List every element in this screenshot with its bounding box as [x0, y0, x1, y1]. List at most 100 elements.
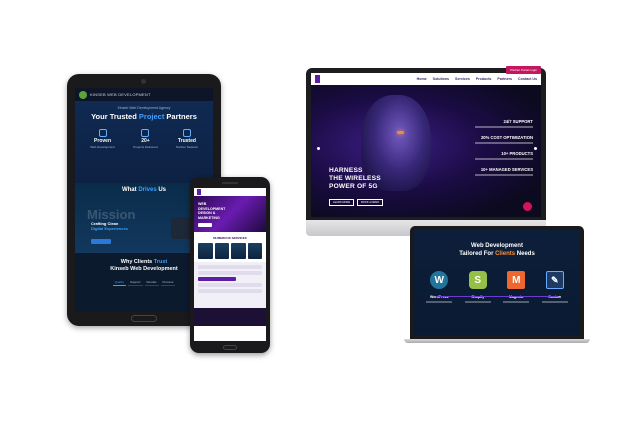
- heading-highlight: Drives: [138, 187, 157, 193]
- platform-card[interactable]: S Shopify: [461, 271, 495, 303]
- phone-speaker: [222, 182, 238, 184]
- hero-kicker: Kinseb Web Development Agency: [117, 106, 171, 110]
- stat-label: Projects Delivered: [133, 145, 158, 149]
- monitor-screen: Home Solutions Services Products Partner…: [311, 73, 541, 217]
- robot-eye: [397, 131, 404, 134]
- menu-item-home[interactable]: Home: [417, 77, 427, 81]
- hero-buttons: LEARN MORE BOOK A DEMO: [329, 199, 384, 206]
- stat-label: Web Development: [90, 145, 115, 149]
- monitor-hero: HARNESS THE WIRELESS POWER OF 5G LEARN M…: [311, 85, 541, 217]
- menu-item-solutions[interactable]: Solutions: [433, 77, 449, 81]
- tab-results[interactable]: Results: [144, 279, 159, 286]
- heading-part: Kinseb Web Development: [110, 266, 178, 272]
- platform-desc: [541, 301, 568, 303]
- tab-support[interactable]: Support: [127, 279, 143, 286]
- feature-item: 10+ PRODUCTS: [455, 151, 533, 160]
- feature-desc: [475, 142, 533, 144]
- feature-list: 24/7 SUPPORT 20% COST OPTIMIZATION 10+ P…: [455, 119, 533, 183]
- book-demo-button[interactable]: BOOK A DEMO: [357, 199, 384, 206]
- phone-device: WEB DEVELOPMENT DESIGN & MARKETING NUMER…: [190, 177, 270, 353]
- brand-mark-icon[interactable]: [197, 189, 201, 195]
- service-tile[interactable]: [198, 243, 213, 259]
- content-row: [198, 289, 262, 293]
- feature-title: 10+ MANAGED SERVICES: [480, 167, 533, 172]
- laptop-heading: Web Development Tailored For Clients Nee…: [414, 243, 580, 258]
- headline-line: POWER OF 5G: [329, 183, 378, 190]
- stat-item: Proven Web Development: [90, 129, 115, 149]
- heading-part: Us: [156, 187, 167, 193]
- mission-watermark: Mission: [87, 207, 136, 222]
- phone-navbar: [194, 188, 266, 196]
- service-tile[interactable]: [214, 243, 229, 259]
- tab-quality[interactable]: Quality: [112, 279, 126, 286]
- phone-service-tiles: [194, 240, 266, 262]
- carousel-next-icon[interactable]: [534, 147, 537, 150]
- stat-item: Trusted Partner Network: [176, 129, 198, 149]
- phone-hero: WEB DEVELOPMENT DESIGN & MARKETING: [194, 196, 266, 232]
- menu-item-products[interactable]: Products: [476, 77, 492, 81]
- brand-mark-icon: [315, 75, 320, 83]
- feature-desc: [475, 174, 533, 176]
- content-row: [198, 265, 262, 269]
- tablet-brand-name: KINSEB WEB DEVELOPMENT: [90, 92, 151, 97]
- mission-text-highlight: Digital Experiences: [91, 226, 128, 231]
- mission-button[interactable]: [91, 239, 111, 244]
- feature-desc: [475, 158, 533, 160]
- hero-title: Your Trusted Project Partners: [75, 112, 213, 121]
- heading-highlight: Clients: [495, 250, 516, 257]
- stat-value: 20+: [141, 138, 150, 144]
- hero-title-part: Your Trusted: [91, 112, 139, 121]
- partner-login-button[interactable]: Partner Portal Login: [506, 66, 541, 74]
- badge-icon: [98, 129, 107, 137]
- mission-text: Crafting Clean Digital Experiences: [91, 221, 131, 231]
- heading-part: Tailored For: [459, 250, 496, 257]
- tablet-home-button: [131, 315, 157, 322]
- heading-part: Needs: [515, 250, 535, 257]
- carousel-prev-icon[interactable]: [317, 147, 320, 150]
- laptop-device: Web Development Tailored For Clients Nee…: [410, 226, 584, 339]
- heading-part: Why Clients: [120, 259, 154, 265]
- magento-icon: M: [507, 271, 526, 289]
- tablet-hero: Kinseb Web Development Agency Your Trust…: [75, 101, 213, 183]
- custom-code-icon: ✎: [545, 271, 564, 289]
- tab-process[interactable]: Process: [160, 279, 176, 286]
- handshake-icon: [182, 129, 191, 137]
- service-tile[interactable]: [247, 243, 262, 259]
- platform-card[interactable]: M Magento: [499, 271, 533, 303]
- feature-desc: [475, 126, 533, 128]
- phone-screen: WEB DEVELOPMENT DESIGN & MARKETING NUMER…: [194, 188, 266, 341]
- monitor-navbar: Home Solutions Services Products Partner…: [311, 73, 541, 85]
- phone-content-block: [194, 262, 266, 308]
- platform-card[interactable]: ✎ Custom: [538, 271, 572, 303]
- content-row: [198, 277, 237, 281]
- menu-item-partners[interactable]: Partners: [497, 77, 512, 81]
- learn-more-button[interactable]: LEARN MORE: [329, 199, 355, 206]
- feature-item: 20% COST OPTIMIZATION: [455, 135, 533, 144]
- platform-desc: [426, 301, 453, 303]
- hero-headline: HARNESS THE WIRELESS POWER OF 5G: [329, 167, 381, 191]
- phone-hero-text: WEB DEVELOPMENT DESIGN & MARKETING: [198, 202, 226, 220]
- heading-part: What: [121, 187, 139, 193]
- service-tile[interactable]: [231, 243, 246, 259]
- hero-title-part: Partners: [164, 112, 197, 121]
- monitor-logo[interactable]: [315, 75, 320, 83]
- stat-label: Partner Network: [176, 145, 198, 149]
- menu-item-contact[interactable]: Contact Us: [518, 77, 537, 81]
- feature-item: 24/7 SUPPORT: [455, 119, 533, 128]
- brand-logo-icon[interactable]: [79, 90, 87, 99]
- platform-desc: [464, 301, 491, 303]
- stat-value: Proven: [94, 138, 111, 144]
- stat-item: 20+ Projects Delivered: [133, 129, 158, 149]
- device-mockup-scene: KINSEB WEB DEVELOPMENT Kinseb Web Develo…: [0, 0, 632, 422]
- phone-hero-button[interactable]: [198, 223, 212, 227]
- tablet-camera: [141, 79, 146, 84]
- menu-item-services[interactable]: Services: [455, 77, 470, 81]
- content-row: [198, 271, 262, 275]
- wordpress-icon: W: [430, 271, 449, 289]
- feature-item: 10+ MANAGED SERVICES: [455, 167, 533, 176]
- heading-highlight: Trust: [153, 259, 168, 265]
- chat-bubble-icon[interactable]: [523, 202, 532, 211]
- heading-line: Web Development: [471, 243, 523, 249]
- tablet-navbar: KINSEB WEB DEVELOPMENT: [75, 88, 213, 101]
- platform-card[interactable]: W WordPress: [422, 271, 456, 303]
